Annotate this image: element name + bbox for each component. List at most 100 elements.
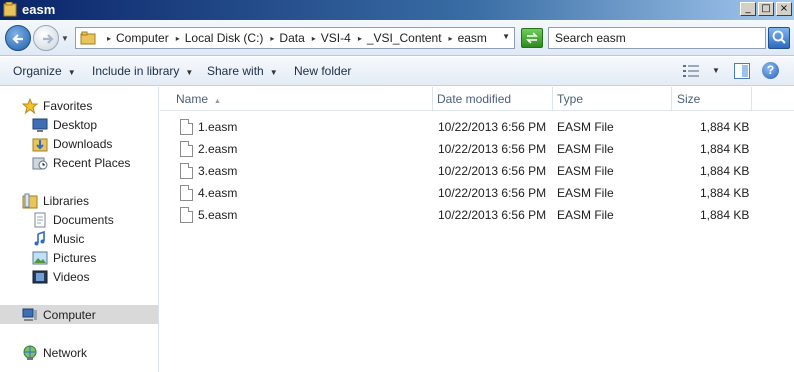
file-date: 10/22/2013 6:56 PM [438, 120, 547, 134]
navigation-pane: Favorites Desktop Downloads Recent Place… [0, 87, 159, 372]
back-arrow-icon [12, 34, 23, 44]
music-icon [34, 230, 45, 245]
chevron-right-icon: ▸ [357, 33, 362, 43]
file-date: 10/22/2013 6:56 PM [438, 208, 547, 222]
file-icon [180, 185, 193, 201]
downloads-icon [32, 138, 48, 151]
forward-button[interactable] [33, 25, 59, 51]
breadcrumb-data[interactable]: ▸ Data [267, 31, 304, 45]
folder-icon [80, 31, 96, 45]
file-icon [180, 119, 193, 135]
nav-computer[interactable]: Computer [0, 305, 158, 324]
file-size: 1,884 KB [700, 120, 750, 134]
file-date: 10/22/2013 6:56 PM [438, 186, 547, 200]
chevron-right-icon: ▸ [448, 33, 453, 43]
file-row[interactable]: 3.easm 10/22/2013 6:56 PM EASM File 1,88… [160, 160, 794, 182]
address-history-dropdown[interactable]: ▼ [502, 32, 510, 41]
search-icon [772, 30, 786, 44]
column-header-date-modified[interactable]: Date modified [433, 87, 553, 111]
file-row[interactable]: 1.easm 10/22/2013 6:56 PM EASM File 1,88… [160, 116, 794, 138]
chevron-right-icon: ▸ [311, 33, 316, 43]
organize-button[interactable]: Organize ▼ [13, 64, 76, 78]
file-type: EASM File [557, 208, 614, 222]
change-view-icon[interactable] [683, 65, 699, 77]
maximize-button[interactable]: □ [758, 2, 774, 16]
nav-videos[interactable]: Videos [0, 267, 158, 286]
column-header-type[interactable]: Type [553, 87, 672, 111]
file-name: 3.easm [198, 164, 238, 178]
file-icon [180, 207, 193, 223]
breadcrumb-easm[interactable]: ▸ easm [446, 31, 487, 45]
file-icon [180, 163, 193, 179]
title-bar[interactable]: easm _ □ × [0, 0, 794, 20]
chevron-down-icon: ▼ [185, 68, 194, 77]
close-button[interactable]: × [776, 2, 792, 16]
desktop-icon [32, 118, 48, 132]
file-row[interactable]: 4.easm 10/22/2013 6:56 PM EASM File 1,88… [160, 182, 794, 204]
file-size: 1,884 KB [700, 208, 750, 222]
documents-icon [34, 212, 46, 227]
file-name: 5.easm [198, 208, 238, 222]
pictures-icon [32, 251, 48, 264]
file-type: EASM File [557, 164, 614, 178]
share-with-button[interactable]: Share with ▼ [207, 64, 278, 78]
minimize-button[interactable]: _ [740, 2, 756, 16]
window-title: easm [22, 2, 56, 17]
back-button[interactable] [5, 25, 31, 51]
refresh-icon [526, 32, 538, 44]
chevron-down-icon: ▼ [269, 68, 278, 77]
videos-icon [32, 270, 48, 283]
command-bar: Organize ▼ Include in library ▼ Share with… [0, 57, 794, 86]
nav-network[interactable]: Network [0, 343, 158, 362]
file-type: EASM File [557, 120, 614, 134]
file-size: 1,884 KB [700, 164, 750, 178]
nav-downloads[interactable]: Downloads [0, 134, 158, 153]
file-row[interactable]: 2.easm 10/22/2013 6:56 PM EASM File 1,88… [160, 138, 794, 160]
search-input[interactable]: Search easm [548, 27, 766, 49]
file-type: EASM File [557, 142, 614, 156]
include-in-library-button[interactable]: Include in library ▼ [92, 64, 193, 78]
star-icon [22, 97, 38, 114]
file-row[interactable]: 5.easm 10/22/2013 6:56 PM EASM File 1,88… [160, 204, 794, 226]
search-button[interactable] [768, 27, 790, 49]
file-name: 4.easm [198, 186, 238, 200]
file-date: 10/22/2013 6:56 PM [438, 164, 547, 178]
libraries-icon [22, 193, 38, 208]
refresh-button[interactable] [521, 28, 543, 48]
chevron-down-icon: ▼ [67, 68, 76, 77]
column-header-name[interactable]: Name ▲ [160, 87, 433, 111]
view-options-dropdown[interactable]: ▼ [712, 66, 720, 75]
nav-recent-places[interactable]: Recent Places [0, 153, 158, 172]
help-icon[interactable]: ? [762, 62, 779, 79]
breadcrumb-computer[interactable]: ▸ Computer [104, 31, 169, 45]
nav-desktop[interactable]: Desktop [0, 115, 158, 134]
forward-arrow-icon [43, 34, 54, 44]
chevron-right-icon: ▸ [270, 33, 275, 43]
nav-documents[interactable]: Documents [0, 210, 158, 229]
file-size: 1,884 KB [700, 186, 750, 200]
new-folder-button[interactable]: New folder [294, 64, 351, 78]
network-icon [23, 345, 37, 360]
column-header-row: Name ▲ Date modified Type Size [160, 87, 794, 111]
folder-icon [3, 2, 17, 17]
nav-music[interactable]: Music [0, 229, 158, 248]
nav-pictures[interactable]: Pictures [0, 248, 158, 267]
breadcrumb-vsi-4[interactable]: ▸ VSI-4 [309, 31, 351, 45]
breadcrumb-local-disk[interactable]: ▸ Local Disk (C:) [173, 31, 264, 45]
nav-libraries[interactable]: Libraries [0, 191, 158, 210]
recent-places-icon [32, 157, 48, 169]
computer-icon [22, 308, 37, 321]
file-name: 1.easm [198, 120, 238, 134]
column-header-size[interactable]: Size [672, 87, 752, 111]
file-date: 10/22/2013 6:56 PM [438, 142, 547, 156]
chevron-right-icon: ▸ [175, 33, 180, 43]
preview-pane-icon[interactable] [734, 63, 750, 79]
file-name: 2.easm [198, 142, 238, 156]
breadcrumb-vsi-content[interactable]: ▸ _VSI_Content [355, 31, 442, 45]
address-bar[interactable]: ▸ Computer ▸ Local Disk (C:) ▸ Data ▸ VSI-4 … [75, 27, 515, 49]
nav-favorites[interactable]: Favorites [0, 96, 158, 115]
recent-pages-dropdown[interactable]: ▼ [61, 34, 69, 43]
file-list: Name ▲ Date modified Type Size 1.easm 10/… [160, 87, 794, 372]
address-row: ▼ ▸ Computer ▸ Local Disk (C:) ▸ Data ▸ VSI-… [0, 20, 794, 56]
file-size: 1,884 KB [700, 142, 750, 156]
